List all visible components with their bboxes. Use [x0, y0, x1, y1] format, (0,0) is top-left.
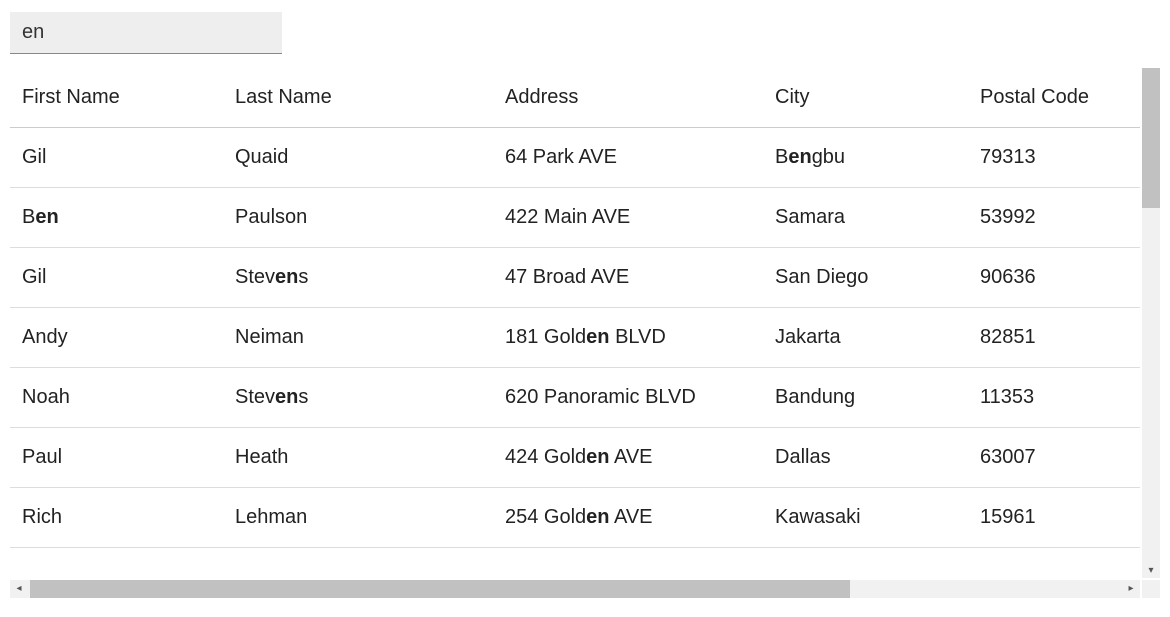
cell-last-name[interactable]: Neiman — [223, 308, 493, 368]
cell-city[interactable]: San Diego — [763, 248, 968, 308]
scrollbar-corner — [1142, 580, 1160, 598]
cell-last-name[interactable]: Stevens — [223, 368, 493, 428]
cell-address[interactable]: 47 Broad AVE — [493, 248, 763, 308]
data-table: First Name Last Name Address City Postal… — [10, 68, 1140, 548]
cell-city[interactable]: Dallas — [763, 428, 968, 488]
cell-postal[interactable]: 63007 — [968, 428, 1140, 488]
table-header-row: First Name Last Name Address City Postal… — [10, 68, 1140, 128]
cell-last-name[interactable]: Stevens — [223, 248, 493, 308]
grid-viewport: First Name Last Name Address City Postal… — [10, 68, 1140, 576]
horizontal-scrollbar[interactable]: ◂ ▸ — [10, 580, 1140, 598]
table-row[interactable]: PaulHeath424 Golden AVEDallas63007 — [10, 428, 1140, 488]
cell-address[interactable]: 64 Park AVE — [493, 128, 763, 188]
col-header-postal[interactable]: Postal Code — [968, 68, 1140, 128]
cell-address[interactable]: 422 Main AVE — [493, 188, 763, 248]
cell-city[interactable]: Kawasaki — [763, 488, 968, 548]
cell-first-name[interactable]: Ben — [10, 188, 223, 248]
cell-city[interactable]: Bengbu — [763, 128, 968, 188]
cell-last-name[interactable]: Paulson — [223, 188, 493, 248]
cell-city[interactable]: Bandung — [763, 368, 968, 428]
vertical-scrollbar-thumb[interactable] — [1142, 68, 1160, 208]
cell-postal[interactable]: 90636 — [968, 248, 1140, 308]
cell-first-name[interactable]: Noah — [10, 368, 223, 428]
cell-first-name[interactable]: Gil — [10, 248, 223, 308]
col-header-last-name[interactable]: Last Name — [223, 68, 493, 128]
cell-address[interactable]: 254 Golden AVE — [493, 488, 763, 548]
cell-city[interactable]: Samara — [763, 188, 968, 248]
cell-last-name[interactable]: Lehman — [223, 488, 493, 548]
cell-city[interactable]: Jakarta — [763, 308, 968, 368]
cell-postal[interactable]: 53992 — [968, 188, 1140, 248]
search-input[interactable] — [10, 12, 282, 54]
scroll-down-arrow-icon[interactable]: ▾ — [1142, 564, 1160, 578]
cell-postal[interactable]: 11353 — [968, 368, 1140, 428]
col-header-address[interactable]: Address — [493, 68, 763, 128]
cell-last-name[interactable]: Quaid — [223, 128, 493, 188]
table-row[interactable]: BenPaulson422 Main AVESamara53992 — [10, 188, 1140, 248]
table-row[interactable]: GilStevens47 Broad AVESan Diego90636 — [10, 248, 1140, 308]
cell-postal[interactable]: 82851 — [968, 308, 1140, 368]
scroll-right-arrow-icon[interactable]: ▸ — [1122, 580, 1140, 598]
table-row[interactable]: RichLehman254 Golden AVEKawasaki15961 — [10, 488, 1140, 548]
table-row[interactable]: GilQuaid64 Park AVEBengbu79313 — [10, 128, 1140, 188]
cell-first-name[interactable]: Rich — [10, 488, 223, 548]
col-header-city[interactable]: City — [763, 68, 968, 128]
table-row[interactable]: AndyNeiman181 Golden BLVDJakarta82851 — [10, 308, 1140, 368]
data-grid: First Name Last Name Address City Postal… — [10, 68, 1160, 598]
horizontal-scrollbar-thumb[interactable] — [30, 580, 850, 598]
cell-postal[interactable]: 15961 — [968, 488, 1140, 548]
col-header-first-name[interactable]: First Name — [10, 68, 223, 128]
cell-address[interactable]: 181 Golden BLVD — [493, 308, 763, 368]
cell-last-name[interactable]: Heath — [223, 428, 493, 488]
cell-first-name[interactable]: Gil — [10, 128, 223, 188]
vertical-scrollbar[interactable]: ▾ — [1142, 68, 1160, 578]
cell-postal[interactable]: 79313 — [968, 128, 1140, 188]
cell-first-name[interactable]: Andy — [10, 308, 223, 368]
cell-first-name[interactable]: Paul — [10, 428, 223, 488]
cell-address[interactable]: 424 Golden AVE — [493, 428, 763, 488]
cell-address[interactable]: 620 Panoramic BLVD — [493, 368, 763, 428]
table-row[interactable]: NoahStevens620 Panoramic BLVDBandung1135… — [10, 368, 1140, 428]
scroll-left-arrow-icon[interactable]: ◂ — [10, 580, 28, 598]
